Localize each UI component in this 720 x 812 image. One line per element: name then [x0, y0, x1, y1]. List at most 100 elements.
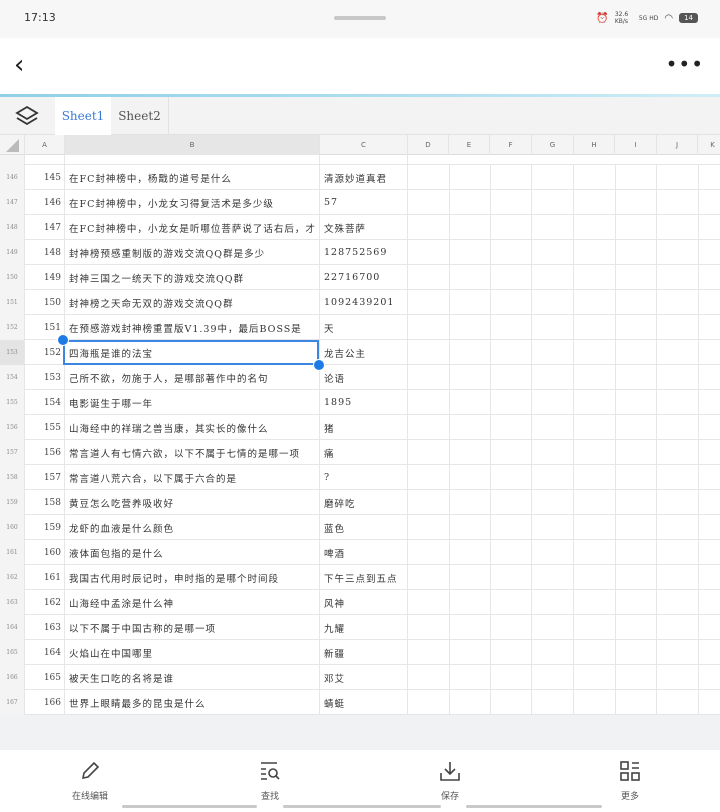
empty-cell[interactable]	[657, 265, 699, 290]
empty-cell[interactable]	[615, 565, 657, 590]
cell-b[interactable]: 常言道人有七情六欲，以下不属于七情的是哪一项	[65, 440, 320, 465]
cell-a[interactable]: 164	[25, 640, 65, 665]
cell-c[interactable]: 邓艾	[320, 665, 408, 690]
row-number[interactable]: 154	[0, 365, 25, 390]
cell-a[interactable]: 149	[25, 265, 65, 290]
empty-cell[interactable]	[615, 190, 657, 215]
empty-cell[interactable]	[490, 190, 532, 215]
empty-cell[interactable]	[449, 340, 491, 365]
empty-cell[interactable]	[615, 265, 657, 290]
cell-a[interactable]: 148	[25, 240, 65, 265]
empty-cell[interactable]	[657, 390, 699, 415]
col-header-i[interactable]: I	[615, 135, 657, 155]
row-number[interactable]: 153	[0, 340, 25, 365]
empty-cell[interactable]	[657, 365, 699, 390]
selection-handle-end[interactable]	[313, 359, 325, 371]
cell-a[interactable]: 156	[25, 440, 65, 465]
cell-b[interactable]: 龙虾的血液是什么颜色	[65, 515, 320, 540]
cell-c[interactable]: 九耀	[320, 615, 408, 640]
empty-cell[interactable]	[490, 590, 532, 615]
empty-cell[interactable]	[490, 440, 532, 465]
cell-c[interactable]: 57	[320, 190, 408, 215]
cell-a[interactable]: 166	[25, 690, 65, 715]
empty-cell[interactable]	[615, 215, 657, 240]
row-number[interactable]: 152	[0, 315, 25, 340]
empty-cell[interactable]	[615, 165, 657, 190]
empty-cell[interactable]	[532, 165, 574, 190]
more-options-icon[interactable]: •••	[666, 52, 704, 76]
empty-cell[interactable]	[408, 190, 450, 215]
tab-sheet1[interactable]: Sheet1	[55, 97, 111, 135]
cell-b[interactable]: 我国古代用时辰记时，申时指的是哪个时间段	[65, 565, 320, 590]
cell-c[interactable]: 新疆	[320, 640, 408, 665]
empty-cell[interactable]	[615, 640, 657, 665]
empty-cell[interactable]	[615, 390, 657, 415]
cell-c[interactable]: 痛	[320, 440, 408, 465]
empty-cell[interactable]	[574, 515, 616, 540]
empty-cell[interactable]	[574, 265, 616, 290]
empty-cell[interactable]	[574, 365, 616, 390]
row-number[interactable]: 151	[0, 290, 25, 315]
empty-cell[interactable]	[657, 290, 699, 315]
row-number[interactable]: 160	[0, 515, 25, 540]
col-header-d[interactable]: D	[408, 135, 449, 155]
empty-cell[interactable]	[574, 540, 616, 565]
empty-cell[interactable]	[408, 265, 450, 290]
cell-c[interactable]: 猪	[320, 415, 408, 440]
cell-c[interactable]: 1895	[320, 390, 408, 415]
empty-cell[interactable]	[532, 565, 574, 590]
empty-cell[interactable]	[615, 465, 657, 490]
row-number[interactable]: 159	[0, 490, 25, 515]
empty-cell[interactable]	[408, 290, 450, 315]
row-number[interactable]: 147	[0, 190, 25, 215]
cell-a[interactable]: 146	[25, 190, 65, 215]
cell-c[interactable]: 清源妙道真君	[320, 165, 408, 190]
empty-cell[interactable]	[698, 615, 720, 640]
cell-a[interactable]: 159	[25, 515, 65, 540]
row-number[interactable]: 150	[0, 265, 25, 290]
tab-sheet2[interactable]: Sheet2	[111, 97, 169, 135]
cell-c[interactable]: 蓝色	[320, 515, 408, 540]
empty-cell[interactable]	[449, 240, 491, 265]
col-header-g[interactable]: G	[532, 135, 574, 155]
empty-cell[interactable]	[574, 465, 616, 490]
empty-cell[interactable]	[698, 590, 720, 615]
cell-c[interactable]: ?	[320, 465, 408, 490]
row-number[interactable]: 155	[0, 390, 25, 415]
empty-cell[interactable]	[657, 540, 699, 565]
empty-cell[interactable]	[698, 665, 720, 690]
empty-cell[interactable]	[657, 440, 699, 465]
empty-cell[interactable]	[532, 315, 574, 340]
col-header-j[interactable]: J	[657, 135, 698, 155]
empty-cell[interactable]	[408, 665, 450, 690]
empty-cell[interactable]	[408, 640, 450, 665]
cell-b[interactable]: 在FC封神榜中，小龙女习得复活术是多少级	[65, 190, 320, 215]
empty-cell[interactable]	[449, 590, 491, 615]
cell-c[interactable]: 风神	[320, 590, 408, 615]
row-number[interactable]: 162	[0, 565, 25, 590]
empty-cell[interactable]	[698, 315, 720, 340]
empty-cell[interactable]	[490, 540, 532, 565]
row-number[interactable]: 157	[0, 440, 25, 465]
cell-c[interactable]: 天	[320, 315, 408, 340]
empty-cell[interactable]	[449, 615, 491, 640]
empty-cell[interactable]	[490, 615, 532, 640]
empty-cell[interactable]	[615, 590, 657, 615]
empty-cell[interactable]	[657, 640, 699, 665]
cell-c[interactable]: 龙吉公主	[320, 340, 408, 365]
empty-cell[interactable]	[449, 515, 491, 540]
find-button[interactable]: 查找	[225, 760, 315, 802]
layers-icon[interactable]	[0, 97, 54, 135]
empty-cell[interactable]	[532, 640, 574, 665]
cell-b[interactable]: 在FC封神榜中，杨戬的道号是什么	[65, 165, 320, 190]
empty-cell[interactable]	[449, 640, 491, 665]
empty-cell[interactable]	[532, 665, 574, 690]
empty-cell[interactable]	[532, 690, 574, 715]
empty-cell[interactable]	[574, 315, 616, 340]
empty-cell[interactable]	[532, 515, 574, 540]
empty-cell[interactable]	[574, 415, 616, 440]
row-number[interactable]: 149	[0, 240, 25, 265]
empty-cell[interactable]	[490, 315, 532, 340]
empty-cell[interactable]	[698, 190, 720, 215]
empty-cell[interactable]	[532, 465, 574, 490]
